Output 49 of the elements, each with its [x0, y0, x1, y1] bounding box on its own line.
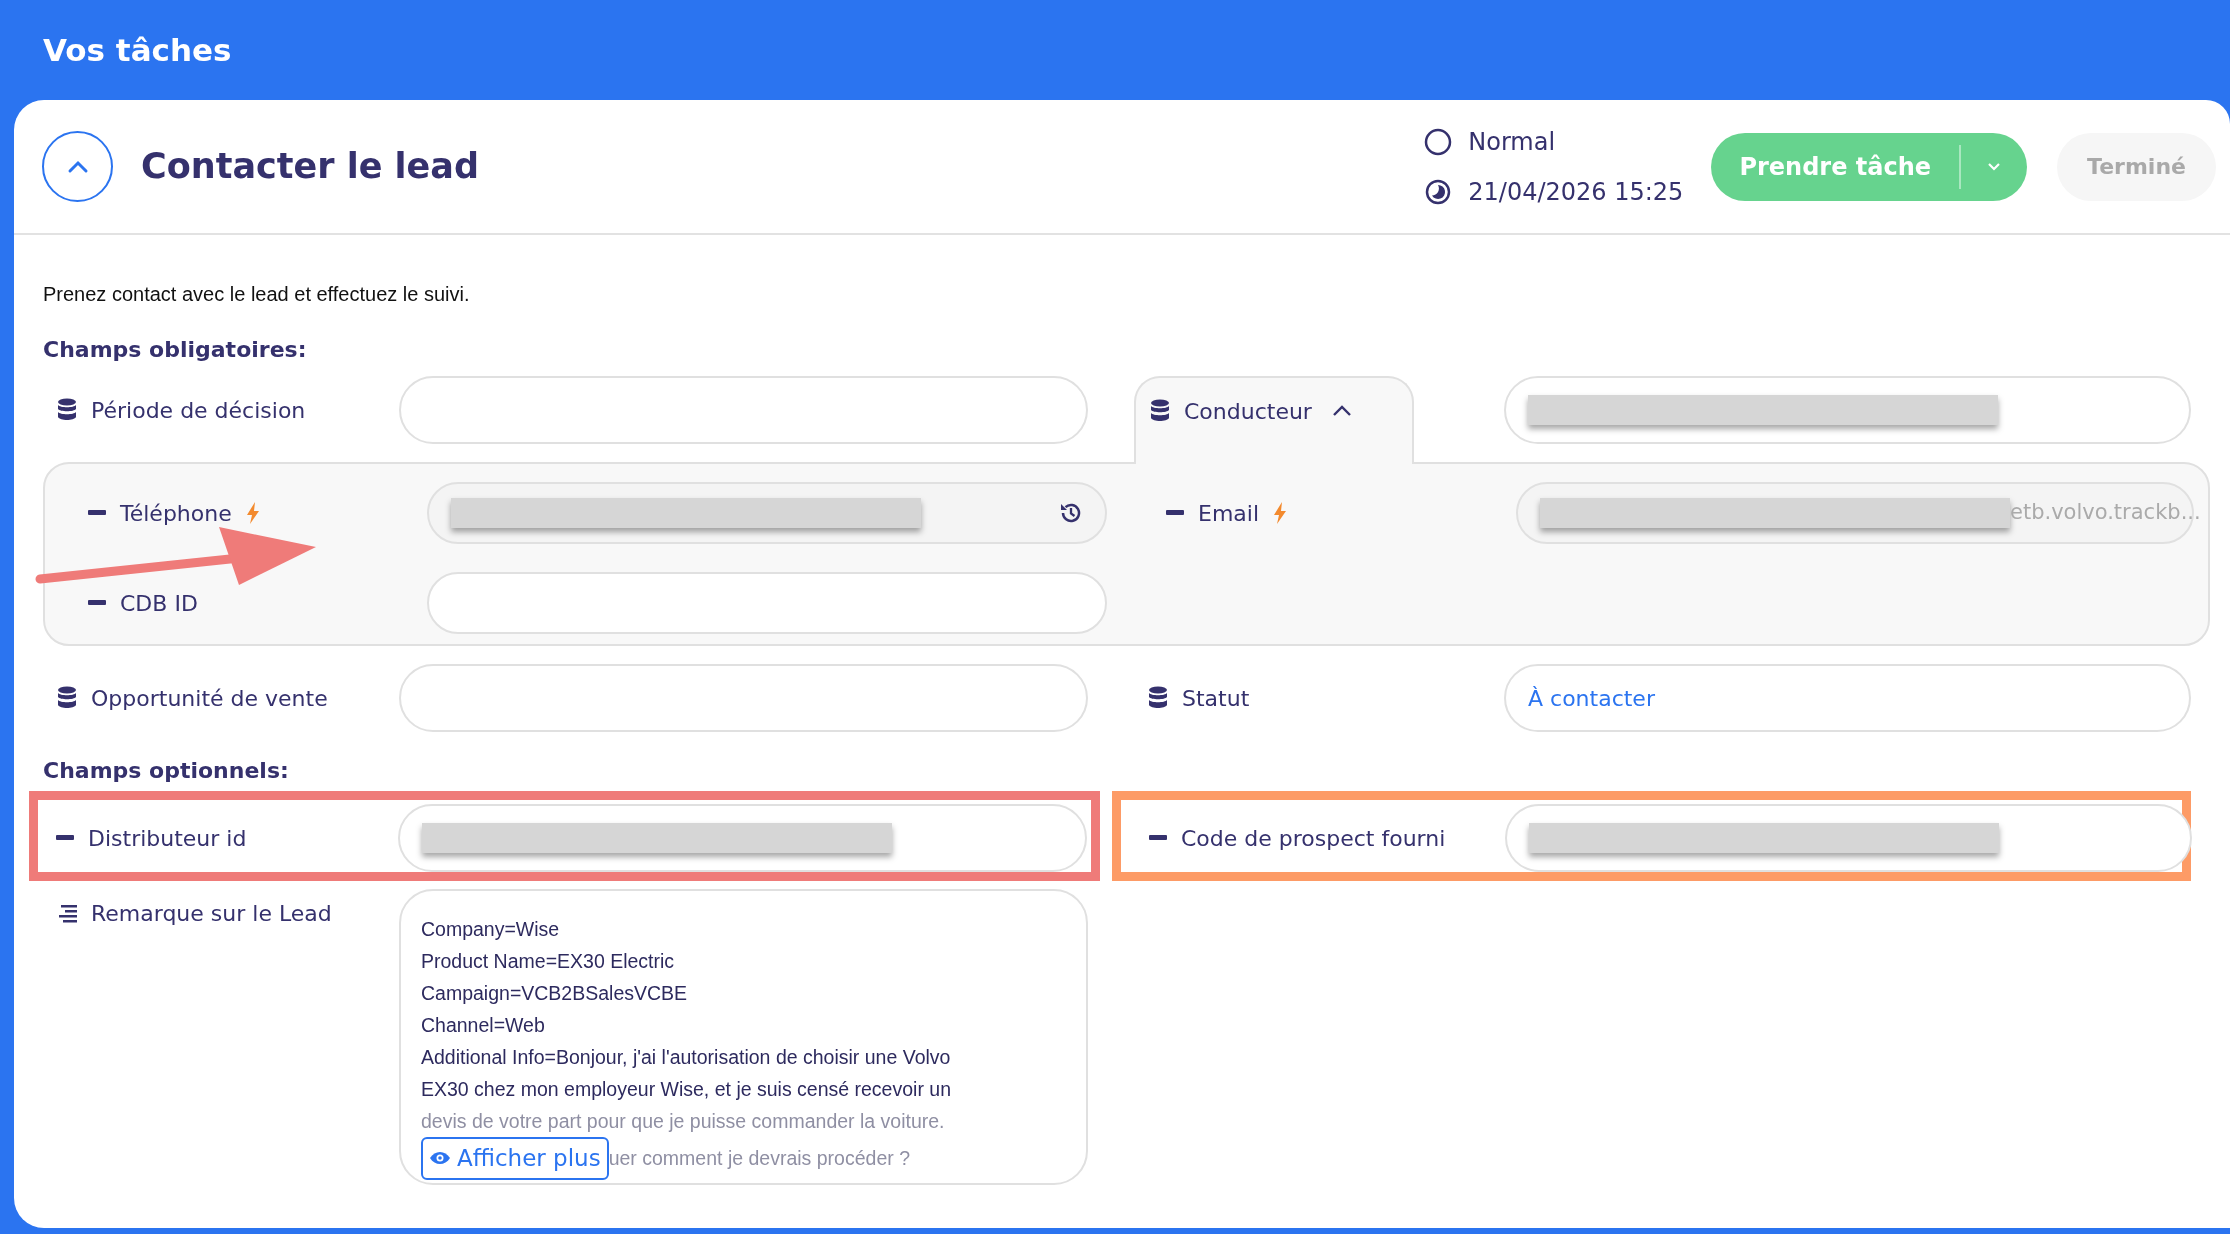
dash-icon — [1149, 835, 1167, 841]
field-label: Distributeur id — [88, 824, 247, 853]
remark-line: uer comment je devrais procéder ? — [608, 1145, 910, 1171]
due-date: 21/04/2026 15:25 — [1468, 176, 1684, 208]
field-label: CDB ID — [120, 589, 198, 618]
remark-line: EX30 chez mon employeur Wise, et je suis censé recevoir un — [421, 1077, 951, 1102]
section-heading: Champs optionnels: — [43, 757, 290, 785]
field-label: Remarque sur le Lead — [91, 900, 332, 928]
input-field[interactable]: À contacter — [1504, 664, 2191, 732]
remark-line: Company=Wise — [421, 917, 560, 942]
dash-icon — [56, 835, 74, 841]
dash-icon — [1166, 510, 1184, 516]
field-label: Statut — [1182, 684, 1250, 713]
field-value: etb.volvo.trackb... — [2010, 499, 2201, 527]
chevron-icon — [66, 159, 89, 174]
input-field[interactable] — [1505, 804, 2192, 872]
database-icon — [1148, 686, 1168, 710]
expanded-tab[interactable]: Conducteur — [1134, 376, 1414, 464]
database-icon — [57, 398, 77, 422]
circle-icon — [1424, 127, 1453, 156]
remark-line: Campaign=VCB2BSalesVCBE — [421, 981, 688, 1006]
show-more-button[interactable]: Afficher plus — [421, 1137, 609, 1180]
database-icon — [57, 686, 77, 710]
remark-line: Channel=Web — [421, 1013, 545, 1038]
field-label: Période de décision — [91, 396, 306, 425]
caret-icon — [1987, 162, 2002, 171]
text-lines-icon — [57, 903, 77, 924]
field-label: Conducteur — [1184, 397, 1312, 426]
panel-title: Vos tâches — [43, 30, 232, 70]
eye-icon — [429, 1150, 451, 1167]
field-label: Code de prospect fourni — [1181, 824, 1446, 853]
description-text: Prenez contact avec le lead et effectuez le suivi. — [43, 282, 471, 307]
split-button[interactable]: Prendre tâche — [1711, 132, 2028, 201]
field-value: À contacter — [1528, 684, 1655, 713]
clock-icon — [1424, 177, 1453, 206]
task-title: Contacter le lead — [141, 145, 479, 189]
dash-icon — [88, 600, 106, 606]
database-icon — [1150, 399, 1170, 423]
field-label: Téléphone — [120, 499, 232, 528]
remark-line: Product Name=EX30 Electric — [421, 949, 675, 974]
section-heading: Champs obligatoires: — [43, 336, 308, 364]
field-label: Email — [1198, 499, 1260, 528]
history-icon[interactable] — [1059, 501, 1083, 525]
field-label: Opportunité de vente — [91, 684, 328, 713]
remark-line: Additional Info=Bonjour, j'ai l'autorisation de choisir une Volvo — [421, 1045, 951, 1070]
remark-line: devis de votre part pour que je puisse commander la voiture. — [421, 1109, 945, 1134]
dash-icon — [88, 510, 106, 516]
take-task-button[interactable]: Prendre tâche — [1711, 132, 1960, 201]
priority-text: Normal — [1468, 126, 1556, 158]
